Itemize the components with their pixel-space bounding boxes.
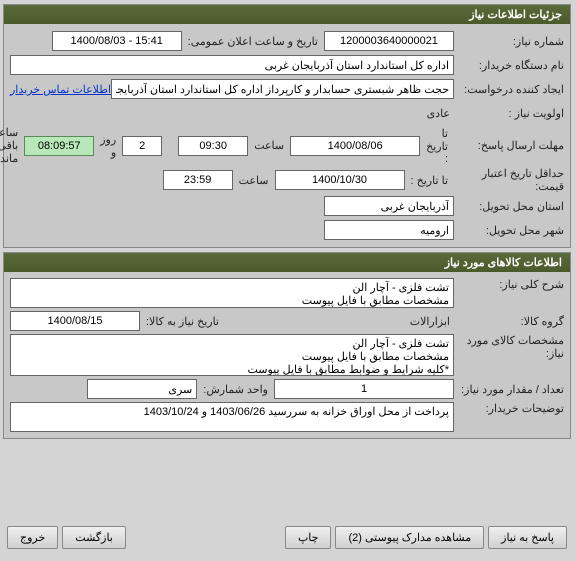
need-date-label: تاریخ نیاز به کالا: <box>141 315 226 328</box>
print-button[interactable]: چاپ <box>286 526 333 549</box>
remaining-time-field[interactable] <box>25 136 95 156</box>
price-validity-time-field[interactable] <box>164 170 234 190</box>
goods-info-header: اطلاعات کالاهای مورد نیاز <box>5 253 571 272</box>
buyer-contact-link[interactable]: اطلاعات تماس خریدار <box>11 83 112 96</box>
delivery-province-label: استان محل تحویل: <box>455 200 565 213</box>
buyer-org-label: نام دستگاه خریدار: <box>455 59 565 72</box>
goods-group-label: گروه کالا: <box>455 315 565 328</box>
goods-spec-label: مشخصات کالای مورد نیاز: <box>455 334 565 360</box>
need-desc-field[interactable] <box>11 278 455 308</box>
goods-spec-field[interactable] <box>11 334 455 376</box>
to-date-label-1: تا تاریخ : <box>421 127 455 165</box>
reply-date-field[interactable] <box>291 136 421 156</box>
back-button[interactable]: بازگشت <box>63 526 127 549</box>
view-attachments-button[interactable]: مشاهده مدارک پیوستی (2) <box>336 526 485 549</box>
need-details-panel: جزئیات اطلاعات نیاز شماره نیاز: تاریخ و … <box>4 4 572 248</box>
buyer-notes-label: توضیحات خریدار: <box>455 402 565 415</box>
qty-label: تعداد / مقدار مورد نیاز: <box>455 383 565 396</box>
requester-label: ایجاد کننده درخواست: <box>455 83 565 96</box>
goods-group-value: ابزارالات <box>407 313 455 330</box>
goods-info-panel: اطلاعات کالاهای مورد نیاز شرح کلی نیاز: … <box>4 252 572 439</box>
delivery-city-field[interactable] <box>325 220 455 240</box>
time-label-2: ساعت <box>234 174 276 187</box>
priority-label: اولویت نیاز : <box>455 107 565 120</box>
remaining-hours-label: ساعت باقی مانده <box>0 126 25 165</box>
remaining-days-field[interactable] <box>123 136 163 156</box>
priority-value: عادی <box>424 105 455 122</box>
price-validity-label: حداقل تاریخ اعتبار قیمت: <box>455 167 565 193</box>
requester-field[interactable] <box>112 79 455 99</box>
public-announce-field[interactable] <box>53 31 183 51</box>
exit-button[interactable]: خروج <box>8 526 59 549</box>
need-details-header: جزئیات اطلاعات نیاز <box>5 5 571 24</box>
need-number-field[interactable] <box>325 31 455 51</box>
unit-field[interactable] <box>88 379 198 399</box>
reply-time-field[interactable] <box>179 136 249 156</box>
buyer-notes-field[interactable] <box>11 402 455 432</box>
reply-to-need-button[interactable]: پاسخ به نیاز <box>489 526 568 549</box>
buyer-org-field[interactable] <box>11 55 455 75</box>
need-date-field[interactable] <box>11 311 141 331</box>
time-label-1: ساعت <box>249 139 291 152</box>
footer-toolbar: پاسخ به نیاز مشاهده مدارک پیوستی (2) چاپ… <box>4 522 572 553</box>
qty-field[interactable] <box>275 379 455 399</box>
reply-deadline-label: مهلت ارسال پاسخ: <box>455 139 565 152</box>
to-date-label-2: تا تاریخ : <box>406 174 455 187</box>
delivery-province-field[interactable] <box>325 196 455 216</box>
unit-label: واحد شمارش: <box>198 383 275 396</box>
days-and-label: روز و <box>95 133 123 159</box>
need-number-label: شماره نیاز: <box>455 35 565 48</box>
price-validity-date-field[interactable] <box>276 170 406 190</box>
need-desc-label: شرح کلی نیاز: <box>455 278 565 291</box>
delivery-city-label: شهر محل تحویل: <box>455 224 565 237</box>
public-announce-label: تاریخ و ساعت اعلان عمومی: <box>183 35 325 48</box>
